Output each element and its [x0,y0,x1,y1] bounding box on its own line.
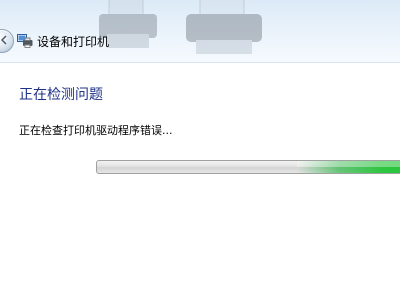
troubleshooter-window: 设备和打印机 正在检测问题 正在检查打印机驱动程序错误... [0,0,400,300]
progress-bar [96,160,400,174]
back-arrow-icon [0,35,7,45]
devices-printers-icon [17,34,33,48]
title-bar: 设备和打印机 [0,0,400,63]
page-heading: 正在检测问题 [19,87,103,103]
window-title: 设备和打印机 [37,35,110,49]
back-button[interactable] [0,29,14,53]
progress-marquee [297,161,400,173]
status-text: 正在检查打印机驱动程序错误... [19,124,173,137]
printer-icon [186,0,262,54]
